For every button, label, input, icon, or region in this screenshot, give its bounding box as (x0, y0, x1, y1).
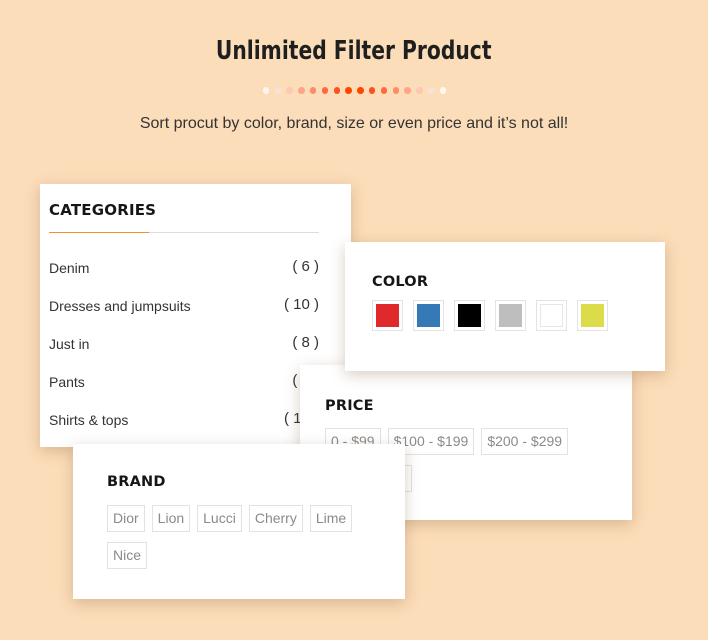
brand-option[interactable]: Lime (309, 505, 353, 532)
color-card: COLOR (345, 242, 665, 371)
dot (333, 87, 341, 94)
swatch-fill (376, 304, 399, 327)
dot (357, 87, 364, 94)
categories-heading: CATEGORIES (49, 201, 157, 219)
color-swatch-list (372, 300, 608, 331)
price-heading: PRICE (325, 398, 374, 414)
category-item[interactable]: Dresses and jumpsuits ( 10 ) (49, 296, 319, 336)
swatch-fill (499, 304, 522, 327)
color-swatch-blue[interactable] (413, 300, 444, 331)
swatch-fill (540, 304, 563, 327)
dot (380, 87, 388, 94)
category-list: Denim ( 6 ) Dresses and jumpsuits ( 10 )… (49, 258, 319, 450)
dot (439, 87, 447, 94)
dot (427, 87, 435, 94)
color-swatch-yellow[interactable] (577, 300, 608, 331)
category-count: ( 8 ) (292, 334, 319, 351)
category-count: ( 10 ) (283, 296, 319, 313)
brand-heading: BRAND (107, 474, 166, 490)
dot (262, 87, 270, 94)
brand-option[interactable]: Dior (107, 505, 145, 532)
dot (392, 87, 400, 94)
category-item[interactable]: Denim ( 6 ) (49, 258, 319, 298)
dot (404, 87, 411, 94)
category-item[interactable]: Just in ( 8 ) (49, 334, 319, 374)
dot (416, 87, 423, 94)
price-range-option[interactable]: $200 - $299 (481, 428, 569, 455)
color-swatch-black[interactable] (454, 300, 485, 331)
category-name[interactable]: Shirts & tops (49, 412, 128, 428)
dot (298, 87, 305, 94)
dot (321, 87, 329, 94)
swatch-fill (458, 304, 481, 327)
brand-option[interactable]: Nice (107, 542, 148, 569)
category-name[interactable]: Dresses and jumpsuits (49, 298, 191, 314)
decorative-dots (0, 87, 708, 94)
heading-divider-accent (49, 231, 149, 233)
brand-option[interactable]: Cherry (248, 505, 303, 532)
color-swatch-gray[interactable] (495, 300, 526, 331)
color-heading: COLOR (372, 274, 429, 290)
dot (345, 87, 352, 94)
swatch-fill (581, 304, 604, 327)
page-title: Unlimited Filter Product (0, 36, 708, 66)
page-title-text: Unlimited Filter Product (216, 36, 492, 66)
category-name[interactable]: Just in (49, 336, 89, 352)
category-item[interactable]: Pants ( 6 ) (49, 372, 319, 412)
category-name[interactable]: Pants (49, 374, 85, 390)
brand-list: Dior Lion Lucci Cherry Lime Nice (107, 505, 377, 569)
color-swatch-red[interactable] (372, 300, 403, 331)
category-count: ( 6 ) (292, 258, 319, 275)
dot (286, 87, 293, 94)
color-swatch-white[interactable] (536, 300, 567, 331)
dot (368, 87, 376, 94)
dot (274, 87, 282, 94)
page-subtitle: Sort procut by color, brand, size or eve… (139, 115, 569, 132)
category-name[interactable]: Denim (49, 260, 89, 276)
swatch-fill (417, 304, 440, 327)
brand-option[interactable]: Lion (151, 505, 191, 532)
dot (309, 87, 317, 94)
brand-option[interactable]: Lucci (197, 505, 242, 532)
brand-card: BRAND Dior Lion Lucci Cherry Lime Nice (73, 444, 405, 599)
